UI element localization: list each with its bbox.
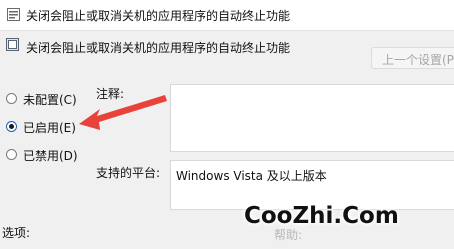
watermark-logo: CooZhi.Com (244, 203, 399, 229)
radio-label: 已启用(E) (23, 121, 76, 135)
comment-textarea[interactable] (170, 84, 454, 152)
radio-label: 已禁用(D) (23, 149, 78, 163)
options-label: 选项: (2, 226, 31, 240)
radio-circle-icon (6, 149, 17, 160)
radio-checked-icon (6, 121, 17, 132)
window-title: 关闭会阻止或取消关机的应用程序的自动终止功能 (26, 9, 291, 23)
policy-setting-icon (6, 38, 19, 51)
radio-label: 未配置(C) (23, 93, 77, 107)
comment-label: 注释: (96, 87, 125, 101)
radio-circle-icon (6, 93, 17, 104)
policy-editor-window: 关闭会阻止或取消关机的应用程序的自动终止功能 关闭会阻止或取消关机的应用程序的自… (0, 0, 454, 249)
policy-title: 关闭会阻止或取消关机的应用程序的自动终止功能 (26, 41, 291, 55)
supported-on-label: 支持的平台: (96, 166, 161, 180)
title-bar: 关闭会阻止或取消关机的应用程序的自动终止功能 (0, 0, 454, 31)
previous-setting-button[interactable]: 上一个设置(P) (371, 47, 454, 69)
supported-on-value: Windows Vista 及以上版本 (176, 169, 327, 183)
policy-icon (7, 8, 20, 21)
